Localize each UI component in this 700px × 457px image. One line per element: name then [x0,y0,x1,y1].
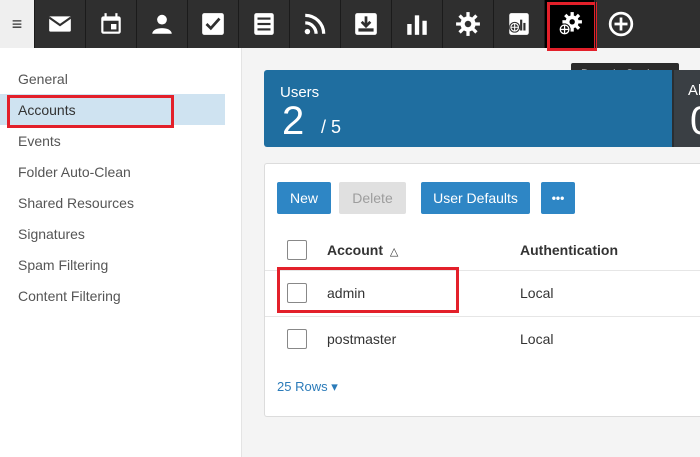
authentication-column-header[interactable]: Authentication [520,242,618,258]
admin-row-highlight-box [277,267,459,313]
mail-icon[interactable] [34,0,84,48]
select-all-checkbox[interactable] [287,240,307,260]
account-cell[interactable]: postmaster [327,331,396,347]
authentication-cell: Local [520,331,554,347]
table-row[interactable]: postmaster Local [265,317,700,363]
sidebar-item-folder-auto-clean[interactable]: Folder Auto-Clean [0,156,225,187]
sidebar-nav: General Accounts Events Folder Auto-Clea… [0,48,242,457]
sidebar-item-signatures[interactable]: Signatures [0,218,225,249]
menu-icon[interactable]: ≡ [0,0,34,48]
table-header-row: Account △ Authentication [265,230,700,271]
add-icon[interactable] [595,0,645,48]
tasks-icon[interactable] [187,0,237,48]
users-stat-value: 2 [282,99,305,143]
sidebar-item-general[interactable]: General [0,63,225,94]
download-icon[interactable] [340,0,390,48]
contacts-icon[interactable] [136,0,186,48]
account-header-label: Account [327,242,383,258]
authentication-cell: Local [520,285,554,301]
next-stat-value: 0 [690,99,700,144]
sidebar-item-events[interactable]: Events [0,125,225,156]
notes-icon[interactable] [238,0,288,48]
user-defaults-button[interactable]: User Defaults [421,182,530,214]
settings-icon[interactable] [442,0,492,48]
sidebar-item-content-filtering[interactable]: Content Filtering [0,280,225,311]
domain-settings-icon[interactable] [544,0,597,51]
accounts-highlight-box [7,95,174,128]
users-stat-cap: / 5 [321,117,342,137]
more-options-button[interactable]: ••• [541,182,575,214]
next-stat-card: Al 0 [672,70,700,147]
calendar-icon[interactable] [85,0,135,48]
users-stat-card: Users 2 / 5 [264,70,672,147]
rows-per-page-dropdown[interactable]: 25 Rows ▾ [277,379,338,395]
sort-ascending-icon: △ [389,246,399,258]
account-column-header[interactable]: Account △ [327,242,398,258]
rss-icon[interactable] [289,0,339,48]
domain-reports-icon[interactable] [493,0,543,48]
next-stat-label: Al [688,82,700,99]
top-toolbar: ≡ [0,0,700,51]
new-button[interactable]: New [277,182,331,214]
row-checkbox[interactable] [287,329,307,349]
delete-button[interactable]: Delete [339,182,406,214]
sidebar-item-shared-resources[interactable]: Shared Resources [0,187,225,218]
sidebar-item-spam-filtering[interactable]: Spam Filtering [0,249,225,280]
reports-icon[interactable] [391,0,441,48]
